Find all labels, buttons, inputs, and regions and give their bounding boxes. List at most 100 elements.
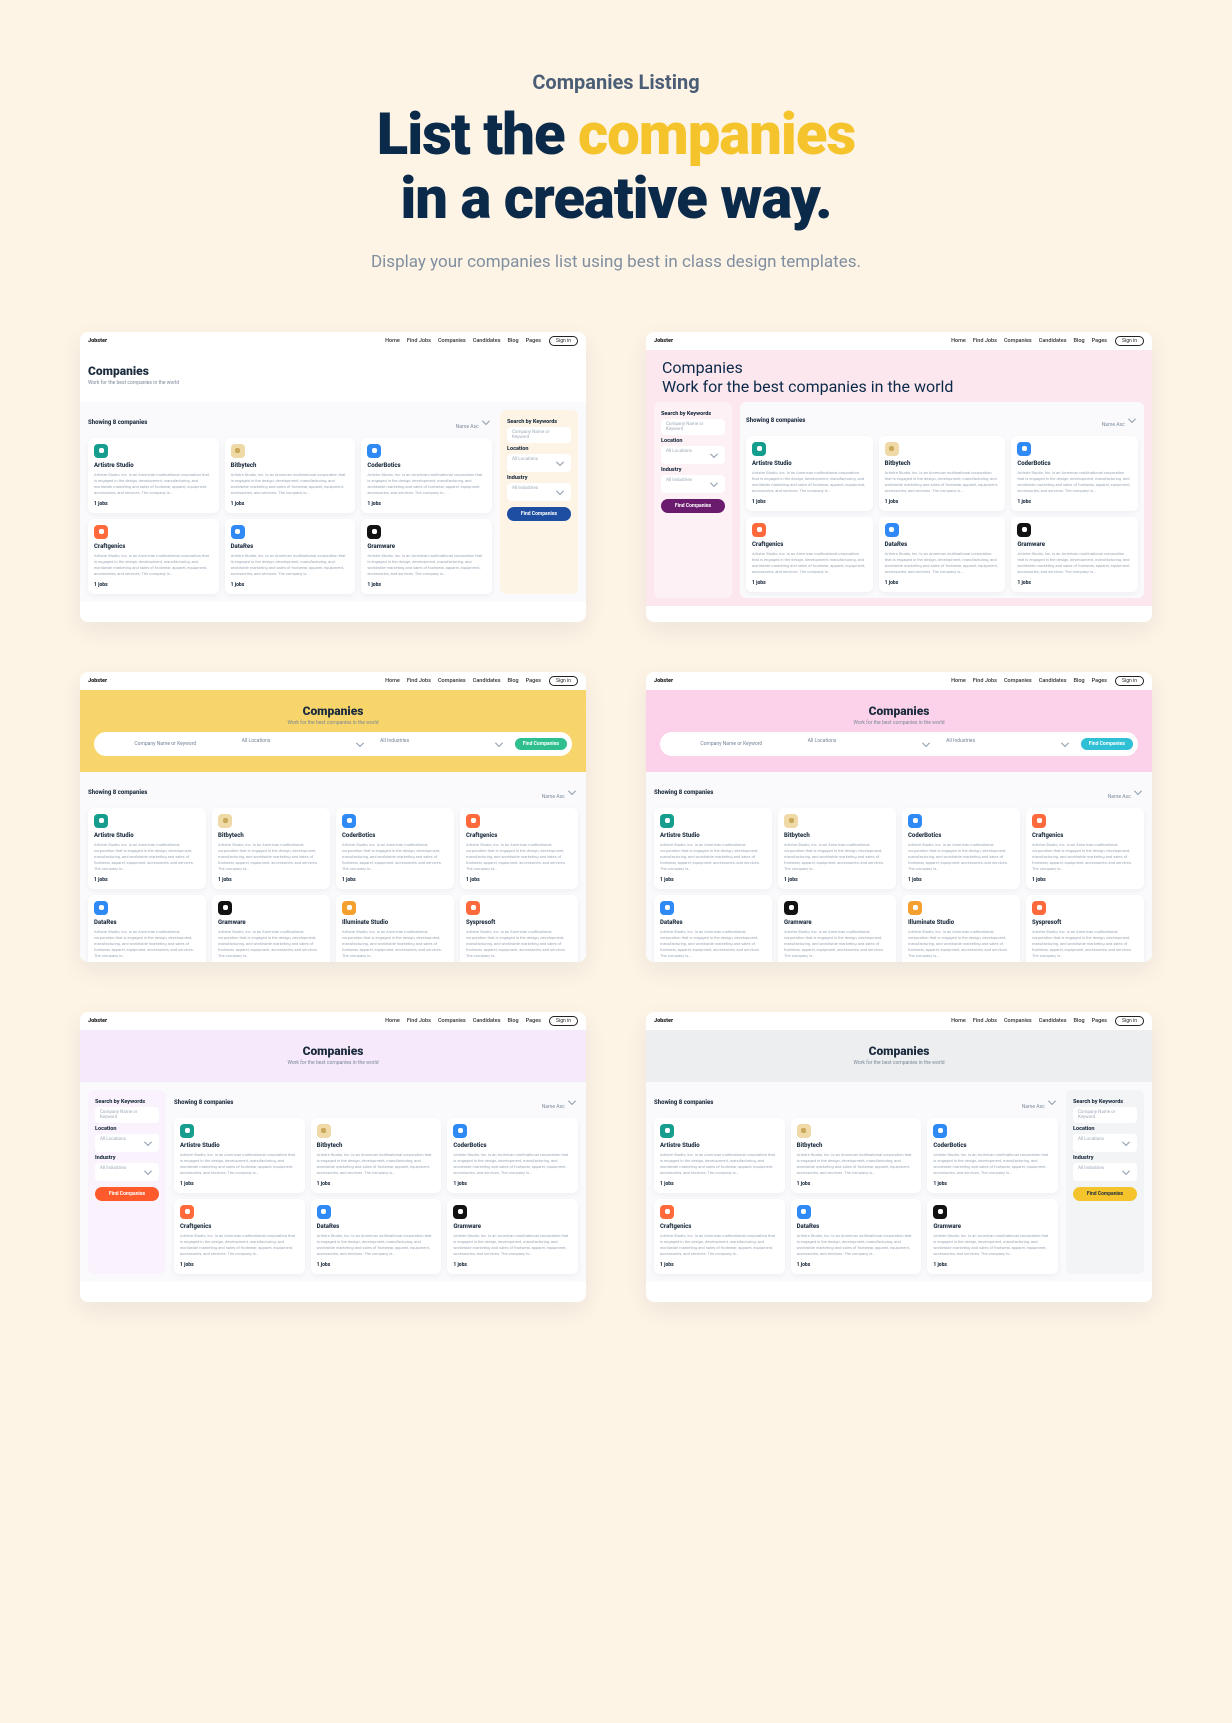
signin-button[interactable]: Sign in <box>549 1016 578 1026</box>
logo[interactable]: Jobster <box>88 338 107 344</box>
nav-link[interactable]: Find Jobs <box>407 678 431 684</box>
nav-link[interactable]: Companies <box>438 1018 466 1024</box>
nav-link[interactable]: Find Jobs <box>407 1018 431 1024</box>
company-card[interactable]: Craftgenics Artistre Studio, Inc. is an … <box>1026 808 1144 889</box>
company-card[interactable]: Gramware Artistre Studio, Inc. is an Ame… <box>447 1199 578 1274</box>
find-button[interactable]: Find Companies <box>1073 1187 1137 1201</box>
keywords-input[interactable]: Company Name or Keyword <box>665 739 798 749</box>
company-card[interactable]: CoderBotics Artistre Studio, Inc. is an … <box>1011 436 1138 511</box>
nav-link[interactable]: Pages <box>526 678 541 684</box>
nav-link[interactable]: Blog <box>1074 338 1085 344</box>
company-card[interactable]: DataRes Artistre Studio, Inc. is an Amer… <box>791 1199 922 1274</box>
keywords-input[interactable]: Company Name or Keyword <box>661 419 725 435</box>
company-card[interactable]: Gramware Artistre Studio, Inc. is an Ame… <box>212 895 330 962</box>
signin-button[interactable]: Sign in <box>1115 336 1144 346</box>
signin-button[interactable]: Sign in <box>1115 676 1144 686</box>
nav-link[interactable]: Home <box>951 678 966 684</box>
nav-link[interactable]: Find Jobs <box>407 338 431 344</box>
company-card[interactable]: Artistre Studio Artistre Studio, Inc. is… <box>88 438 219 513</box>
company-card[interactable]: Gramware Artistre Studio, Inc. is an Ame… <box>778 895 896 962</box>
location-select[interactable]: All Locations <box>238 736 371 752</box>
template-preview-v5[interactable]: Jobster HomeFind JobsCompaniesCandidates… <box>80 1012 586 1302</box>
company-card[interactable]: Artistre Studio Artistre Studio, Inc. is… <box>654 1118 785 1193</box>
company-card[interactable]: Bitbytech Artistre Studio, Inc. is an Am… <box>778 808 896 889</box>
template-preview-v6[interactable]: Jobster Home Find Jobs Companies Candidates… <box>646 1012 1152 1302</box>
nav-link[interactable]: Pages <box>526 338 541 344</box>
signin-button[interactable]: Sign in <box>549 676 578 686</box>
company-card[interactable]: DataRes Artistre Studio, Inc. is an Amer… <box>311 1199 442 1274</box>
company-card[interactable]: Bitbytech Artistre Studio, Inc. is an Am… <box>879 436 1006 511</box>
nav-link[interactable]: Home <box>951 338 966 344</box>
sort-select[interactable]: Name Asc <box>542 1096 578 1110</box>
find-button[interactable]: Find Companies <box>515 738 567 750</box>
sort-select[interactable]: Name Asc <box>1022 1096 1058 1110</box>
industry-select[interactable]: All Industries <box>507 483 571 501</box>
company-card[interactable]: CoderBotics Artistre Studio, Inc. is an … <box>336 808 454 889</box>
company-card[interactable]: DataRes Artistre Studio, Inc. is an Amer… <box>879 517 1006 592</box>
company-card[interactable]: DataRes Artistre Studio, Inc. is an Amer… <box>654 895 772 962</box>
nav-link[interactable]: Blog <box>1074 1018 1085 1024</box>
nav-link[interactable]: Home <box>385 1018 400 1024</box>
nav-link[interactable]: Pages <box>526 1018 541 1024</box>
location-select[interactable]: All Locations <box>95 1134 159 1152</box>
template-preview-v3[interactable]: Jobster HomeFind JobsCompaniesCandidates… <box>80 672 586 962</box>
nav-link[interactable]: Blog <box>1074 678 1085 684</box>
company-card[interactable]: Craftgenics Artistre Studio, Inc. is an … <box>460 808 578 889</box>
industry-select[interactable]: All Industries <box>942 736 1075 752</box>
industry-select[interactable]: All Industries <box>1073 1163 1137 1181</box>
find-button[interactable]: Find Companies <box>1081 738 1133 750</box>
nav-link[interactable]: Blog <box>508 338 519 344</box>
nav-link[interactable]: Blog <box>508 678 519 684</box>
find-button[interactable]: Find Companies <box>661 499 725 513</box>
company-card[interactable]: Bitbytech Artistre Studio, Inc. is an Am… <box>225 438 356 513</box>
company-card[interactable]: Craftgenics Artistre Studio, Inc. is an … <box>174 1199 305 1274</box>
company-card[interactable]: CoderBotics Artistre Studio, Inc. is an … <box>361 438 492 513</box>
company-card[interactable]: Gramware Artistre Studio, Inc. is an Ame… <box>361 519 492 594</box>
keywords-input[interactable]: Company Name or Keyword <box>507 427 571 443</box>
template-preview-v2[interactable]: Jobster HomeFind JobsCompaniesCandidates… <box>646 332 1152 622</box>
company-card[interactable]: Bitbytech Artistre Studio, Inc. is an Am… <box>212 808 330 889</box>
nav-link[interactable]: Blog <box>508 1018 519 1024</box>
company-card[interactable]: Gramware Artistre Studio, Inc. is an Ame… <box>1011 517 1138 592</box>
logo[interactable]: Jobster <box>88 678 107 684</box>
keywords-input[interactable]: Company Name or Keyword <box>99 739 232 749</box>
nav-link[interactable]: Companies <box>1004 1018 1032 1024</box>
sort-select[interactable]: Name Asc <box>1102 414 1138 428</box>
logo[interactable]: Jobster <box>654 1018 673 1024</box>
company-card[interactable]: DataRes Artistre Studio, Inc. is an Amer… <box>88 895 206 962</box>
nav-link[interactable]: Home <box>951 1018 966 1024</box>
template-preview-v4[interactable]: Jobster HomeFind JobsCompaniesCandidates… <box>646 672 1152 962</box>
nav-link[interactable]: Find Jobs <box>973 1018 997 1024</box>
location-select[interactable]: All Locations <box>661 446 725 464</box>
company-card[interactable]: Craftgenics Artistre Studio, Inc. is an … <box>654 1199 785 1274</box>
company-card[interactable]: Bitbytech Artistre Studio, Inc. is an Am… <box>311 1118 442 1193</box>
company-card[interactable]: Craftgenics Artistre Studio, Inc. is an … <box>746 517 873 592</box>
company-card[interactable]: Artistre Studio Artistre Studio, Inc. is… <box>654 808 772 889</box>
nav-link[interactable]: Candidates <box>1039 1018 1067 1024</box>
company-card[interactable]: CoderBotics Artistre Studio, Inc. is an … <box>902 808 1020 889</box>
signin-button[interactable]: Sign in <box>1115 1016 1144 1026</box>
sort-select[interactable]: Name Asc <box>456 416 492 430</box>
company-card[interactable]: Syspresoft Artistre Studio, Inc. is an A… <box>460 895 578 962</box>
industry-select[interactable]: All Industries <box>376 736 509 752</box>
industry-select[interactable]: All Industries <box>95 1163 159 1181</box>
nav-link[interactable]: Candidates <box>1039 678 1067 684</box>
nav-link[interactable]: Companies <box>1004 678 1032 684</box>
nav-link[interactable]: Pages <box>1092 1018 1107 1024</box>
nav-link[interactable]: Find Jobs <box>973 678 997 684</box>
location-select[interactable]: All Locations <box>1073 1134 1137 1152</box>
nav-link[interactable]: Home <box>385 338 400 344</box>
find-button[interactable]: Find Companies <box>507 507 571 521</box>
nav-link[interactable]: Candidates <box>1039 338 1067 344</box>
find-button[interactable]: Find Companies <box>95 1187 159 1201</box>
company-card[interactable]: Bitbytech Artistre Studio, Inc. is an Am… <box>791 1118 922 1193</box>
signin-button[interactable]: Sign in <box>549 336 578 346</box>
keywords-input[interactable]: Company Name or Keyword <box>1073 1107 1137 1123</box>
nav-link[interactable]: Candidates <box>473 1018 501 1024</box>
location-select[interactable]: All Locations <box>507 454 571 472</box>
company-card[interactable]: Artistre Studio Artistre Studio, Inc. is… <box>88 808 206 889</box>
nav-link[interactable]: Home <box>385 678 400 684</box>
nav-link[interactable]: Companies <box>438 678 466 684</box>
company-card[interactable]: CoderBotics Artistre Studio, Inc. is an … <box>927 1118 1058 1193</box>
company-card[interactable]: DataRes Artistre Studio, Inc. is an Amer… <box>225 519 356 594</box>
